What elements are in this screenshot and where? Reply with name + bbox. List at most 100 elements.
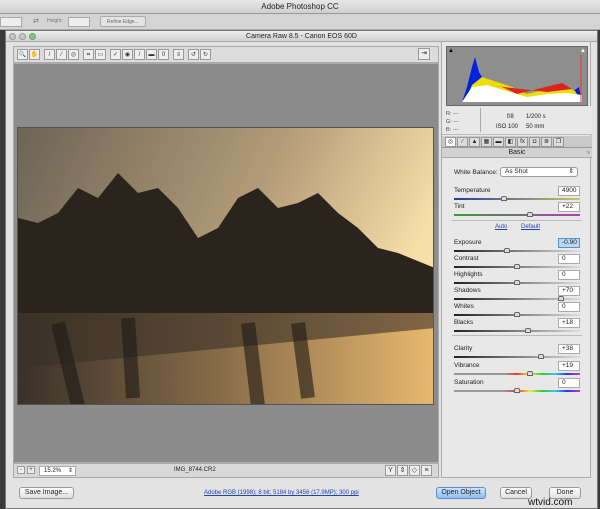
graduated-filter-icon[interactable]: ▬ [146, 49, 157, 60]
auto-link[interactable]: Auto [495, 224, 507, 230]
camera-raw-dialog: Camera Raw 8.5 - Canon EOS 60D 🔍 ✋ / ⁄ ◎ ⌗ ▭ ✓ ◉… [5, 30, 598, 509]
focal-length: 50 mm [526, 124, 545, 130]
zoom-level-select[interactable]: 15.2% ⇕ [39, 466, 76, 476]
white-balance-label: White Balance: [454, 169, 498, 176]
tab-snapshots-icon[interactable]: ❐ [553, 137, 564, 147]
temperature-slider[interactable] [454, 196, 580, 201]
filename: IMG_8744.CR2 [174, 467, 216, 473]
preferences-icon[interactable]: ≡ [173, 49, 184, 60]
slider-row-clarity: Clarity +38 [452, 344, 582, 360]
highlight-clipping-icon[interactable]: ▲ [580, 48, 586, 54]
target-adjust-icon[interactable]: ◎ [68, 49, 79, 60]
exposure-value-field[interactable]: -0.90 [558, 238, 580, 248]
zoom-button[interactable] [29, 33, 36, 40]
shadows-slider-thumb[interactable] [558, 296, 565, 301]
slider-row-highlights: Highlights 0 [452, 270, 582, 286]
close-button[interactable] [9, 33, 16, 40]
hand-icon[interactable]: ✋ [29, 49, 40, 60]
swap-icon[interactable]: ⇄ [33, 17, 39, 25]
r-value: --- [453, 111, 459, 117]
zoom-icon[interactable]: 🔍 [17, 49, 28, 60]
tab-split-toning-icon[interactable]: ▬ [493, 137, 504, 147]
open-object-button[interactable]: Open Object [436, 487, 486, 499]
contrast-slider-thumb[interactable] [514, 264, 520, 269]
white-balance-icon[interactable]: / [44, 49, 55, 60]
tint-slider[interactable] [454, 212, 580, 217]
tint-label: Tint [454, 203, 465, 210]
spot-removal-icon[interactable]: ✓ [110, 49, 121, 60]
slider-row-contrast: Contrast 0 [452, 254, 582, 270]
shadows-value-field[interactable]: +70 [558, 286, 580, 296]
swap-settings-icon[interactable]: ◇ [409, 465, 420, 476]
blacks-value-field[interactable]: +18 [558, 318, 580, 328]
whites-slider-thumb[interactable] [514, 312, 520, 317]
red-eye-icon[interactable]: ◉ [122, 49, 133, 60]
adjustment-brush-icon[interactable]: / [134, 49, 145, 60]
whites-slider[interactable] [454, 312, 580, 317]
tab-lens-icon[interactable]: ◧ [505, 137, 516, 147]
panel-tabs: ◎ ∕ ▲ ▦ ▬ ◧ fx ◘ ≣ ❐ [442, 136, 592, 148]
tint-value-field[interactable]: +22 [558, 202, 580, 212]
refine-edge-button[interactable]: Refine Edge... [100, 16, 146, 27]
tab-presets-icon[interactable]: ≣ [541, 137, 552, 147]
shadow-clipping-icon[interactable]: ▲ [448, 48, 454, 54]
blacks-slider[interactable] [454, 328, 580, 333]
vibrance-slider-thumb[interactable] [526, 371, 533, 376]
rotate-ccw-icon[interactable]: ↺ [188, 49, 199, 60]
saturation-slider-thumb[interactable] [514, 388, 520, 393]
minimize-button[interactable] [19, 33, 26, 40]
highlights-slider[interactable] [454, 280, 580, 285]
before-after-icon[interactable]: ⇕ [397, 465, 408, 476]
highlights-slider-thumb[interactable] [514, 280, 520, 285]
contrast-slider[interactable] [454, 264, 580, 269]
temperature-value-field[interactable]: 4900 [558, 186, 580, 196]
compare-settings-icon[interactable]: ≡ [421, 465, 432, 476]
right-panel: ▲ ▲ R: --- G: --- B: --- f/8 1/200 s ISO… [441, 41, 592, 478]
fullscreen-icon[interactable]: ⇥ [418, 48, 430, 60]
vibrance-slider[interactable] [454, 371, 580, 376]
rotate-cw-icon[interactable]: ↻ [200, 49, 211, 60]
crop-icon[interactable]: ⌗ [83, 49, 94, 60]
tab-hsl-icon[interactable]: ▦ [481, 137, 492, 147]
white-balance-select[interactable]: As Shot ⇕ [500, 167, 578, 177]
r-label: R: [446, 111, 452, 117]
temperature-label: Temperature [454, 187, 491, 194]
tab-detail-icon[interactable]: ▲ [469, 137, 480, 147]
temperature-slider-thumb[interactable] [501, 196, 508, 201]
width-field[interactable] [0, 17, 22, 27]
zoom-out-button[interactable]: - [17, 466, 25, 474]
panel-menu-icon[interactable]: ≡ [587, 148, 590, 158]
default-link[interactable]: Default [521, 224, 540, 230]
blacks-label: Blacks [454, 319, 474, 326]
exposure-slider[interactable] [454, 248, 580, 253]
clarity-slider-thumb[interactable] [537, 354, 544, 359]
shadows-slider[interactable] [454, 296, 580, 301]
saturation-value-field[interactable]: 0 [558, 378, 580, 388]
tint-slider-thumb[interactable] [526, 212, 533, 217]
tab-effects-icon[interactable]: fx [517, 137, 528, 147]
zoom-in-button[interactable]: + [27, 466, 35, 474]
radial-filter-icon[interactable]: 0 [158, 49, 169, 60]
contrast-value-field[interactable]: 0 [558, 254, 580, 264]
clarity-slider[interactable] [454, 354, 580, 359]
color-sampler-icon[interactable]: ⁄ [56, 49, 67, 60]
clarity-value-field[interactable]: +38 [558, 344, 580, 354]
tab-basic-icon[interactable]: ◎ [445, 137, 456, 147]
save-image-button[interactable]: Save Image... [19, 487, 74, 499]
slider-row-saturation: Saturation 0 [452, 378, 582, 394]
slider-row-shadows: Shadows +70 [452, 286, 582, 302]
vibrance-label: Vibrance [454, 362, 480, 369]
view-toggle-icon[interactable]: Y [385, 465, 396, 476]
saturation-slider[interactable] [454, 388, 580, 393]
workflow-options-link[interactable]: Adobe RGB (1998); 8 bit; 5184 by 3456 (1… [204, 490, 359, 496]
highlights-value-field[interactable]: 0 [558, 270, 580, 280]
straighten-icon[interactable]: ▭ [95, 49, 106, 60]
blacks-slider-thumb[interactable] [525, 328, 532, 333]
whites-value-field[interactable]: 0 [558, 302, 580, 312]
height-field[interactable] [68, 17, 90, 27]
exposure-slider-thumb[interactable] [503, 248, 510, 253]
tab-tone-curve-icon[interactable]: ∕ [457, 137, 468, 147]
b-label: B: [446, 127, 452, 133]
vibrance-value-field[interactable]: +19 [558, 361, 580, 371]
tab-camera-calibration-icon[interactable]: ◘ [529, 137, 540, 147]
